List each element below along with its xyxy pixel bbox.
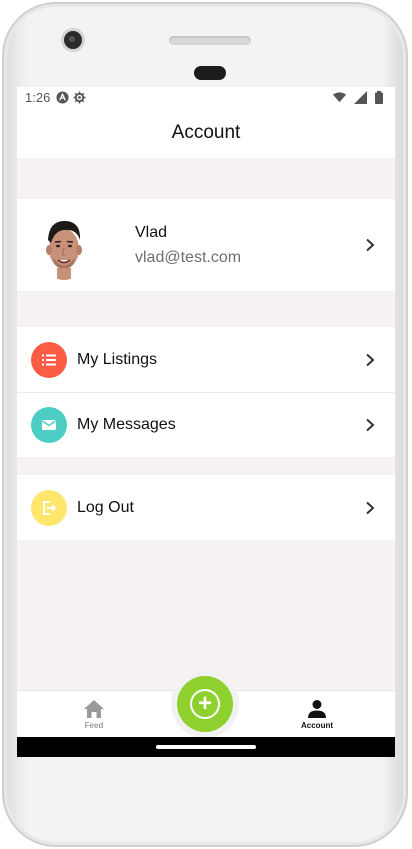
- log-out-label: Log Out: [77, 498, 134, 516]
- signal-icon: [354, 91, 367, 104]
- tab-feed-label: Feed: [84, 721, 104, 730]
- chevron-right-icon: [366, 501, 375, 514]
- profile-info: Vlad vlad@test.com: [135, 224, 241, 267]
- menu-group: My Listings My Messages: [17, 327, 395, 457]
- proximity-sensor: [194, 66, 226, 80]
- my-messages-row[interactable]: My Messages: [17, 392, 395, 457]
- chevron-right-icon: [366, 353, 375, 366]
- app-screen: 1:26 Account Vlad vlad@test.com My Listi…: [17, 87, 395, 757]
- profile-row[interactable]: Vlad vlad@test.com: [17, 199, 395, 291]
- home-gesture-handle[interactable]: [156, 745, 256, 749]
- my-listings-label: My Listings: [77, 350, 158, 368]
- chevron-right-icon: [366, 238, 375, 252]
- tab-account-label: Account: [301, 721, 333, 730]
- settings-notification-icon: [73, 91, 86, 104]
- battery-icon: [375, 91, 383, 104]
- status-time: 1:26: [25, 90, 51, 105]
- page-title: Account: [171, 122, 241, 143]
- my-messages-label: My Messages: [77, 416, 176, 433]
- status-bar: 1:26: [17, 87, 395, 108]
- mail-icon: [31, 407, 67, 443]
- logout-group: Log Out: [17, 475, 395, 540]
- status-right-icons: [333, 91, 387, 104]
- profile-name: Vlad: [135, 223, 168, 241]
- avatar: [39, 210, 89, 280]
- plus-icon: +: [190, 689, 220, 719]
- log-out-row[interactable]: Log Out: [17, 475, 395, 540]
- system-navigation-bar: [17, 737, 395, 757]
- add-listing-button[interactable]: +: [177, 676, 233, 732]
- profile-email: vlad@test.com: [135, 248, 242, 266]
- person-icon: [308, 700, 326, 718]
- front-camera: [64, 31, 82, 49]
- list-icon: [31, 341, 67, 378]
- logout-icon: [31, 489, 67, 526]
- earpiece-speaker: [169, 36, 251, 45]
- my-listings-row[interactable]: My Listings: [17, 327, 395, 392]
- tab-feed[interactable]: Feed: [54, 699, 134, 730]
- home-icon: [84, 700, 104, 718]
- chevron-right-icon: [366, 418, 375, 432]
- page-header: Account: [17, 108, 395, 158]
- app-notification-icon: [56, 91, 69, 104]
- tab-account[interactable]: Account: [277, 699, 357, 730]
- avatar-image: [39, 210, 89, 280]
- wifi-icon: [333, 92, 346, 103]
